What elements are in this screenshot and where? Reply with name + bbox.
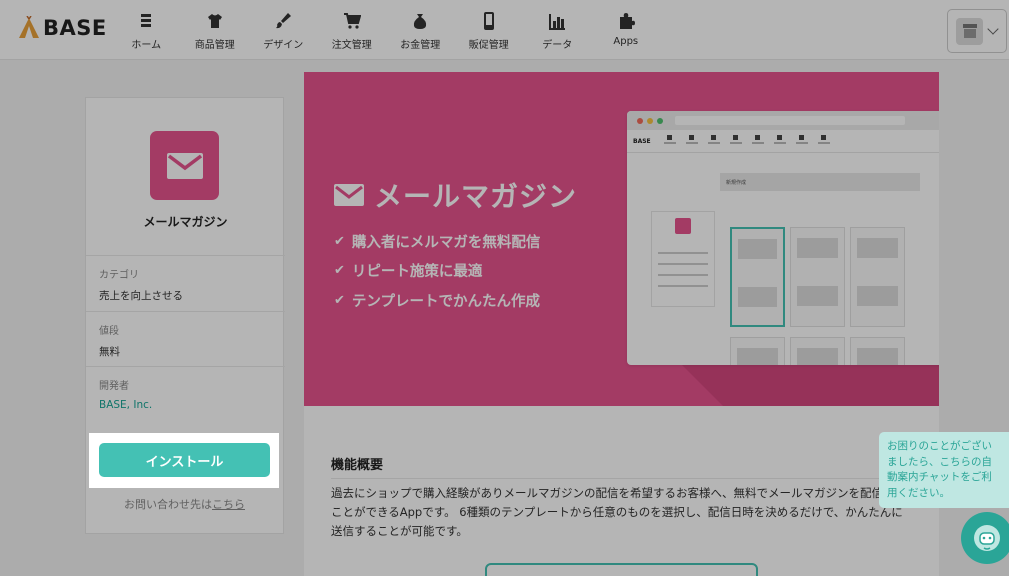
check-icon: ✔ (334, 234, 345, 249)
contact-link[interactable]: こちら (212, 498, 245, 511)
nav-label: 注文管理 (331, 40, 372, 51)
overview-description: 過去にショップで購入経験がありメールマガジンの配信を希望するお客様へ、無料でメー… (331, 486, 906, 538)
nav-label: 販促管理 (468, 40, 509, 51)
feature-item: ✔ 購入者にメルマガを無料配信 (334, 231, 540, 252)
nav-data[interactable]: データ (523, 0, 592, 60)
smartphone-icon (483, 12, 494, 30)
base-logo[interactable]: BASE (18, 16, 107, 40)
bar-chart-icon (549, 14, 566, 30)
home-icon (141, 14, 152, 27)
developer-label: 開発者 (99, 381, 129, 392)
top-header: BASE ホーム 商品管理 デザイン 注文管理 お金管理 販促管理 データ Ap… (0, 0, 1009, 60)
hero-title: メールマガジン (334, 175, 577, 215)
nav-label: Apps (613, 36, 639, 47)
divider (331, 478, 911, 479)
install-button[interactable]: インストール (99, 443, 270, 477)
mail-icon (150, 131, 219, 200)
contact-info: お問い合わせ先はこちら (85, 496, 284, 512)
contact-text: お問い合わせ先は (124, 498, 212, 511)
nav-label: 商品管理 (194, 40, 235, 51)
chat-launcher-button[interactable] (961, 512, 1009, 564)
mail-icon (334, 184, 364, 206)
screenshot-mockup: BASE 新規作成 (627, 111, 939, 365)
price-label: 値段 (99, 326, 119, 337)
check-icon: ✔ (334, 263, 345, 278)
logo-text: BASE (43, 16, 107, 40)
feature-item: ✔ テンプレートでかんたん作成 (334, 290, 540, 311)
chevron-down-icon (987, 23, 999, 35)
feature-text: テンプレートでかんたん作成 (351, 294, 540, 310)
money-bag-icon (414, 14, 427, 29)
tent-logo-icon (19, 16, 39, 38)
store-icon (956, 17, 983, 45)
hero-banner: メールマガジン ✔ 購入者にメルマガを無料配信 ✔ リピート施策に最適 ✔ テンプレー… (304, 72, 939, 406)
tshirt-icon (207, 14, 222, 28)
category-section: カテゴリ 売上を向上させる (86, 255, 285, 313)
check-icon: ✔ (334, 293, 345, 308)
chat-prompt-bubble[interactable]: お困りのことがございましたら、こちらの自動案内チャットをご利用ください。 (879, 432, 1009, 508)
nav-design[interactable]: デザイン (249, 0, 318, 60)
developer-section: 開発者 BASE, Inc. (86, 366, 285, 424)
nav-label: ホーム (131, 40, 162, 51)
shop-menu-button[interactable] (947, 9, 1007, 53)
mock-browser-bar (627, 111, 939, 130)
nav-label: データ (542, 40, 573, 51)
feature-text: 購入者にメルマガを無料配信 (351, 235, 541, 251)
app-name: メールマガジン (143, 215, 228, 229)
mock-nav: BASE (627, 130, 939, 153)
mock-header: 新規作成 (720, 173, 920, 191)
cart-icon (343, 13, 361, 29)
chat-robot-icon (974, 525, 1000, 551)
main-nav: ホーム 商品管理 デザイン 注文管理 お金管理 販促管理 データ Apps (112, 0, 660, 60)
nav-label: お金管理 (400, 40, 441, 51)
feature-item: ✔ リピート施策に最適 (334, 260, 482, 281)
nav-items[interactable]: 商品管理 (181, 0, 250, 60)
nav-money[interactable]: お金管理 (386, 0, 455, 60)
nav-promotion[interactable]: 販促管理 (455, 0, 524, 60)
mock-content: 新規作成 (720, 173, 920, 365)
price-value: 無料 (99, 346, 120, 358)
puzzle-icon (619, 13, 635, 29)
nav-label: デザイン (263, 40, 304, 51)
overview-title: 機能概要 (331, 458, 384, 473)
feature-text: リピート施策に最適 (351, 264, 483, 280)
hero-title-text: メールマガジン (374, 180, 578, 213)
brush-icon (276, 13, 292, 29)
app-detail-main: メールマガジン ✔ 購入者にメルマガを無料配信 ✔ リピート施策に最適 ✔ テンプレー… (304, 72, 939, 576)
category-label: カテゴリ (99, 270, 139, 281)
nav-home[interactable]: ホーム (112, 0, 181, 60)
developer-link[interactable]: BASE, Inc. (99, 399, 272, 411)
install-highlight: インストール (89, 433, 279, 488)
mock-sidebar (651, 211, 715, 307)
nav-apps[interactable]: Apps (592, 0, 661, 60)
secondary-button[interactable] (485, 563, 758, 576)
nav-orders[interactable]: 注文管理 (318, 0, 387, 60)
category-value: 売上を向上させる (99, 290, 183, 302)
price-section: 値段 無料 (86, 311, 285, 369)
